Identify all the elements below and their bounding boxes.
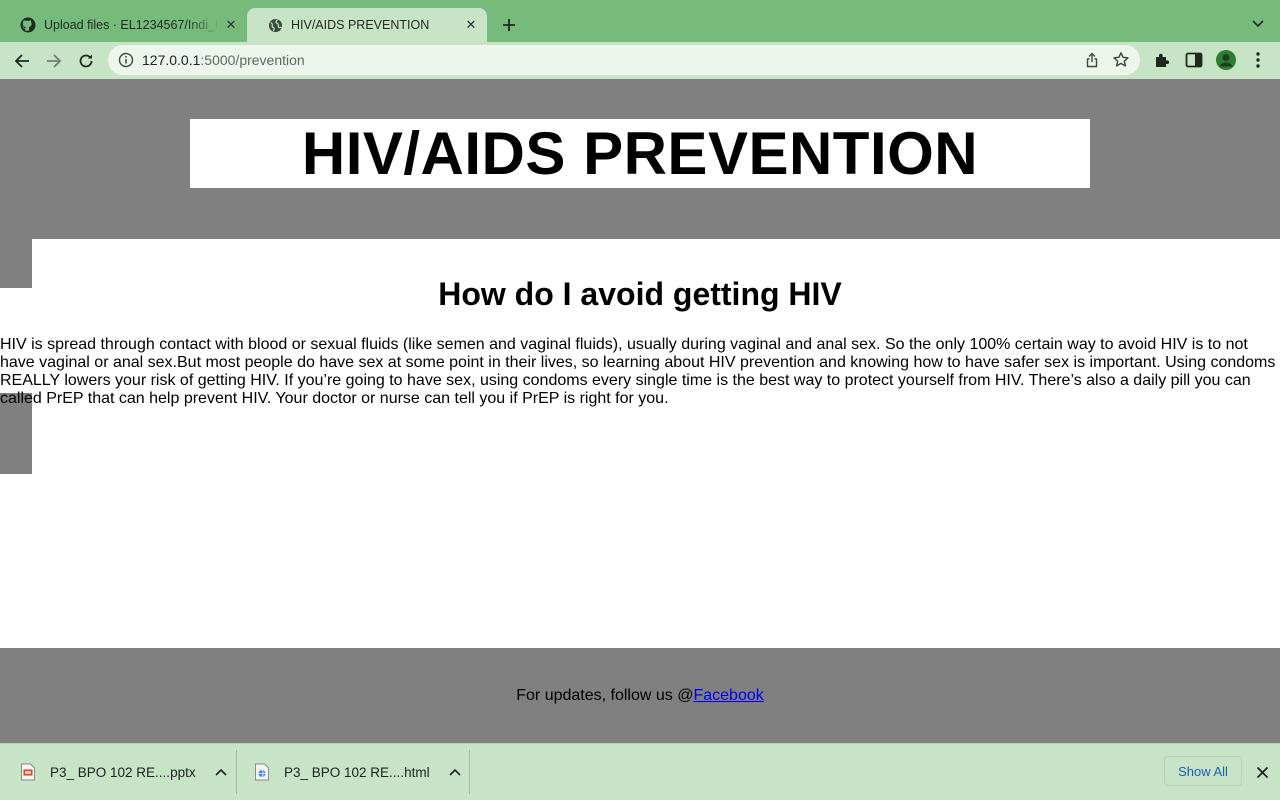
url-path: :5000/prevention: [200, 52, 305, 68]
tab-title: HIV/AIDS PREVENTION: [291, 18, 430, 32]
browser-menu-icon[interactable]: [1248, 50, 1268, 70]
banner-title-box: HIV/AIDS PREVENTION: [190, 119, 1090, 188]
address-bar[interactable]: 127.0.0.1:5000/prevention: [108, 45, 1140, 75]
page-footer: For updates, follow us @ Facebook: [0, 648, 1280, 743]
header-banner: HIV/AIDS PREVENTION: [0, 79, 1280, 239]
bookmark-star-icon[interactable]: [1112, 51, 1130, 69]
body-paragraph: HIV is spread through contact with blood…: [0, 336, 1276, 407]
download-shelf: P3_ BPO 102 RE....pptx P3_ BPO 102 RE...…: [0, 743, 1280, 800]
show-all-button[interactable]: Show All: [1164, 756, 1242, 786]
download-filename: P3_ BPO 102 RE....pptx: [50, 764, 196, 780]
extensions-puzzle-icon[interactable]: [1152, 50, 1172, 70]
url-text: 127.0.0.1:5000/prevention: [142, 52, 305, 68]
profile-avatar-icon[interactable]: [1215, 49, 1237, 71]
globe-icon: [267, 17, 283, 33]
html-file-icon: [254, 763, 270, 781]
section-heading: How do I avoid getting HIV: [438, 276, 842, 312]
chevron-up-icon[interactable]: [214, 765, 228, 779]
close-icon[interactable]: [1252, 762, 1272, 782]
download-item-pptx[interactable]: P3_ BPO 102 RE....pptx: [20, 750, 228, 794]
chevron-up-icon[interactable]: [448, 765, 462, 779]
download-item-html[interactable]: P3_ BPO 102 RE....html: [254, 750, 462, 794]
tab-github-upload[interactable]: Upload files · EL1234567/Indi_l ✕: [0, 8, 247, 42]
side-panel-icon[interactable]: [1184, 50, 1204, 70]
page-viewport: HIV/AIDS PREVENTION How do I avoid getti…: [0, 79, 1280, 743]
tab-strip: Upload files · EL1234567/Indi_l ✕ HIV/AI…: [0, 0, 1280, 42]
page-title: HIV/AIDS PREVENTION: [301, 119, 979, 187]
download-divider: [236, 750, 237, 794]
reload-button[interactable]: [73, 48, 99, 74]
close-tab-icon[interactable]: ✕: [461, 15, 481, 35]
site-info-icon[interactable]: [118, 52, 134, 68]
download-filename: P3_ BPO 102 RE....html: [284, 764, 430, 780]
forward-button[interactable]: [41, 48, 67, 74]
tab-hiv-prevention[interactable]: HIV/AIDS PREVENTION ✕: [247, 8, 487, 42]
footer-text: For updates, follow us @: [516, 686, 694, 704]
download-divider: [469, 750, 470, 794]
github-icon: [20, 17, 36, 33]
new-tab-button[interactable]: [497, 13, 521, 37]
back-button[interactable]: [9, 48, 35, 74]
facebook-link[interactable]: Facebook: [693, 687, 763, 705]
close-tab-icon[interactable]: ✕: [221, 15, 241, 35]
url-host: 127.0.0.1: [142, 52, 201, 68]
share-icon[interactable]: [1084, 52, 1100, 68]
tab-search-chevron-icon[interactable]: [1248, 14, 1268, 34]
browser-toolbar: 127.0.0.1:5000/prevention: [0, 42, 1280, 79]
pptx-file-icon: [20, 763, 36, 781]
tab-title: Upload files · EL1234567/Indi_l: [44, 18, 218, 32]
